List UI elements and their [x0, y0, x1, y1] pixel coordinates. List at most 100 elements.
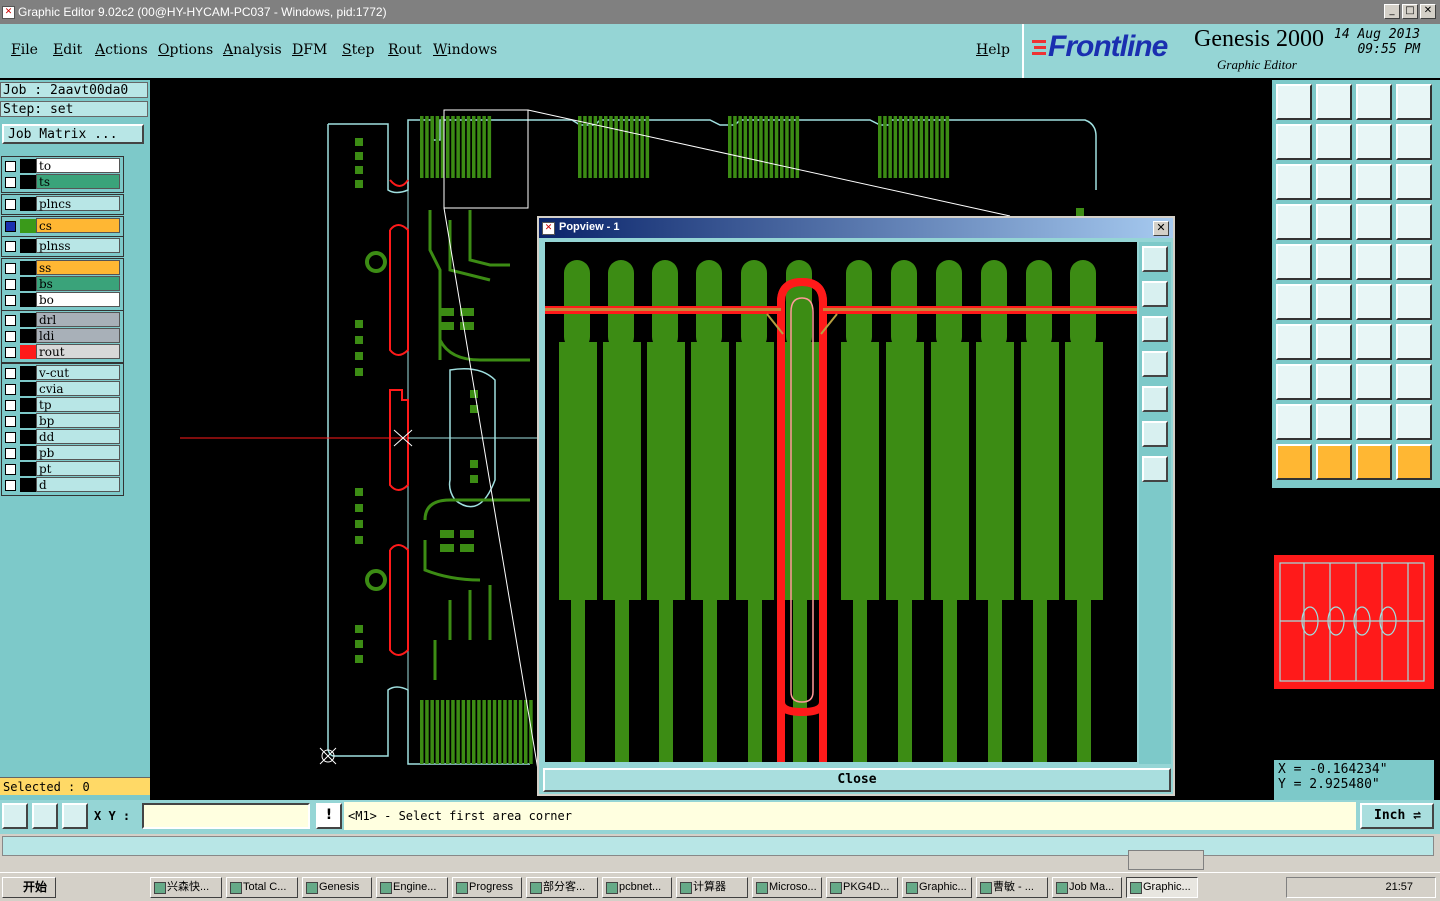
taskbar-item[interactable]: Microso...: [752, 877, 822, 898]
select-area-icon[interactable]: [1316, 444, 1352, 480]
mirror-icon[interactable]: [1396, 324, 1432, 360]
layer-row-ss[interactable]: ss: [0, 260, 122, 276]
layer-row-plncs[interactable]: plncs: [0, 196, 122, 212]
layer-checkbox[interactable]: [5, 161, 16, 172]
layer-row-cvia[interactable]: cvia: [0, 381, 122, 397]
layer-row-ts[interactable]: ts: [0, 174, 122, 190]
redraw-icon[interactable]: [1356, 124, 1392, 160]
pan-left-icon[interactable]: [1276, 124, 1312, 160]
resize-icon[interactable]: [1276, 364, 1312, 400]
group-icon[interactable]: [1396, 364, 1432, 400]
layer-row-plnss[interactable]: plnss: [0, 238, 122, 254]
layer-name[interactable]: bp: [36, 413, 120, 428]
layer-row-cs[interactable]: cs: [0, 218, 122, 234]
snap-red-icon[interactable]: [1356, 204, 1392, 240]
layer-name[interactable]: pt: [36, 461, 120, 476]
layer-color-swatch[interactable]: [20, 430, 36, 444]
help-icon[interactable]: [1396, 164, 1432, 200]
layer-checkbox[interactable]: [5, 464, 16, 475]
menu-help[interactable]: Help: [976, 42, 1010, 58]
arc-icon[interactable]: [1356, 324, 1392, 360]
layer-name[interactable]: ts: [36, 174, 120, 189]
popview-close-button[interactable]: Close: [543, 768, 1171, 792]
line-icon[interactable]: [1316, 324, 1352, 360]
layer-color-swatch[interactable]: [20, 345, 36, 359]
layer-name[interactable]: pb: [36, 445, 120, 460]
menu-step[interactable]: Step: [342, 42, 374, 58]
popview-titlebar[interactable]: ✕ Popview - 1 ✕: [539, 218, 1173, 238]
layer-color-swatch[interactable]: [20, 277, 36, 291]
layer-row-d[interactable]: d: [0, 477, 122, 493]
layer-name[interactable]: rout: [36, 344, 120, 359]
language-bar[interactable]: [1128, 850, 1204, 870]
layer-name[interactable]: ss: [36, 260, 120, 275]
taskbar-item[interactable]: Engine...: [376, 877, 448, 898]
taskbar-item[interactable]: Graphic...: [902, 877, 972, 898]
layer-name[interactable]: d: [36, 477, 120, 492]
layer-row-bs[interactable]: bs: [0, 276, 122, 292]
taskbar-item[interactable]: pcbnet...: [602, 877, 672, 898]
swap-icon[interactable]: [1396, 124, 1432, 160]
menu-windows[interactable]: Windows: [433, 42, 497, 58]
zoom-out-icon[interactable]: [1316, 84, 1352, 120]
layer-row-to[interactable]: to: [0, 158, 122, 174]
popview-pan-right-icon[interactable]: [1142, 386, 1168, 412]
layer-color-swatch[interactable]: [20, 197, 36, 211]
menu-actions[interactable]: Actions: [95, 42, 148, 58]
cross-icon[interactable]: [1316, 284, 1352, 320]
popview-zoomed-view[interactable]: [545, 242, 1137, 762]
layer-color-swatch[interactable]: [20, 382, 36, 396]
grid-mode-icon[interactable]: [62, 803, 88, 829]
layer-color-swatch[interactable]: [20, 293, 36, 307]
layer-checkbox[interactable]: [5, 315, 16, 326]
layer-name[interactable]: to: [36, 158, 120, 173]
xy-input[interactable]: [142, 803, 310, 829]
layer-row-drl[interactable]: drl: [0, 312, 122, 328]
snap-blue-icon[interactable]: [1396, 204, 1432, 240]
layer-name[interactable]: cs: [36, 218, 120, 233]
menu-analysis[interactable]: Analysis: [223, 42, 282, 58]
move-icon[interactable]: [1356, 284, 1392, 320]
layer-row-pb[interactable]: pb: [0, 445, 122, 461]
popview-zoom-fit-icon[interactable]: [1142, 421, 1168, 447]
select-arrow-icon[interactable]: [1276, 444, 1312, 480]
taskbar-item[interactable]: Graphic...: [1126, 877, 1198, 898]
layer-name[interactable]: bs: [36, 276, 120, 291]
layer-row-rout[interactable]: rout: [0, 344, 122, 360]
zoom-area-icon[interactable]: [1316, 164, 1352, 200]
popview-pan-up-icon[interactable]: [1142, 281, 1168, 307]
layer-checkbox[interactable]: [5, 480, 16, 491]
taskbar-item[interactable]: 兴森快...: [150, 877, 222, 898]
grid-icon[interactable]: [1316, 204, 1352, 240]
taskbar-item[interactable]: Genesis: [302, 877, 372, 898]
menu-dfm[interactable]: DFM: [292, 42, 327, 58]
triangle-icon[interactable]: [1276, 404, 1312, 440]
taskbar-item[interactable]: PKG4D...: [826, 877, 898, 898]
alert-icon[interactable]: !: [316, 803, 342, 829]
edge-icon[interactable]: [1396, 404, 1432, 440]
snap-mode-icon[interactable]: [2, 803, 28, 829]
settings-icon[interactable]: [1276, 204, 1312, 240]
layer-color-swatch[interactable]: [20, 313, 36, 327]
layer-name[interactable]: cvia: [36, 381, 120, 396]
popview-pan-left-icon[interactable]: [1142, 351, 1168, 377]
layer-color-swatch[interactable]: [20, 329, 36, 343]
taskbar-item[interactable]: 计算器: [676, 877, 748, 898]
popview-canvas[interactable]: [545, 242, 1137, 762]
taskbar-item[interactable]: 曹敏 - ...: [976, 877, 1048, 898]
taskbar-item[interactable]: Progress: [452, 877, 522, 898]
layer-checkbox[interactable]: [5, 384, 16, 395]
close-window-button[interactable]: ✕: [1420, 4, 1436, 19]
pad-icon[interactable]: [1276, 244, 1312, 280]
layer-color-swatch[interactable]: [20, 175, 36, 189]
angle-icon[interactable]: [1276, 324, 1312, 360]
layer-checkbox[interactable]: [5, 331, 16, 342]
layer-name[interactable]: v-cut: [36, 365, 120, 380]
layer-row-ldi[interactable]: ldi: [0, 328, 122, 344]
overview-minimap[interactable]: [1274, 555, 1434, 689]
cut-icon[interactable]: [1316, 364, 1352, 400]
layer-color-swatch[interactable]: [20, 239, 36, 253]
job-matrix-button[interactable]: Job Matrix ...: [2, 124, 144, 144]
menu-edit[interactable]: Edit: [53, 42, 82, 58]
layer-name[interactable]: dd: [36, 429, 120, 444]
